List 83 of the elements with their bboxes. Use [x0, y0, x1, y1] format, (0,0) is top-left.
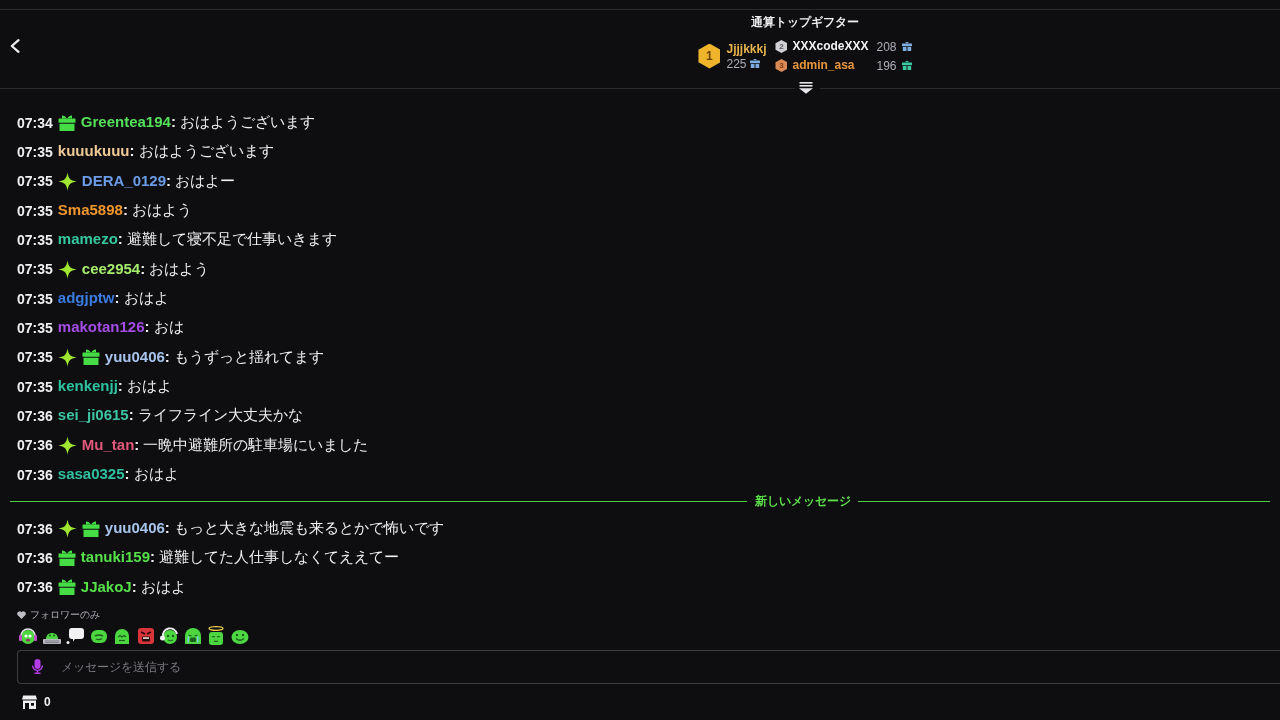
- heart-icon: [17, 611, 26, 620]
- username[interactable]: adgjptw: [57, 289, 115, 307]
- gift-count: 208: [876, 39, 897, 54]
- lines-arrow-icon[interactable]: [798, 82, 814, 94]
- username[interactable]: yuu0406: [104, 347, 165, 365]
- chat-timestamp: 07:35: [17, 173, 53, 190]
- username[interactable]: sasa0325: [57, 465, 125, 483]
- username[interactable]: sei_ji0615: [57, 406, 129, 424]
- gifter-name: admin_asa: [792, 58, 856, 73]
- sparkle-badge-icon: [57, 259, 77, 279]
- username[interactable]: DERA_0129: [81, 171, 167, 189]
- chat-message-text: : おは: [144, 318, 184, 338]
- chevron-left-icon[interactable]: [9, 38, 21, 53]
- angry-face-icon[interactable]: [135, 625, 156, 646]
- halo-face-icon[interactable]: [206, 625, 226, 646]
- rank-badge: 3: [775, 59, 788, 72]
- gifter-name: Jjjjkkkj: [726, 41, 767, 57]
- rank-badge: 2: [775, 40, 788, 53]
- chat-timestamp: 07:36: [17, 579, 53, 596]
- new-messages-label: 新しいメッセージ: [755, 493, 851, 511]
- chat-message-text: : 避難してた人仕事しなくてええてー: [150, 548, 400, 568]
- gift-badge-icon: [57, 579, 76, 596]
- username[interactable]: mamezo: [57, 230, 118, 248]
- gift-badge-icon: [81, 520, 100, 537]
- chat-message-text: : おはようございます: [129, 142, 274, 162]
- chat-timestamp: 07:36: [17, 549, 53, 566]
- chat-message-text: : おはようございます: [170, 113, 316, 133]
- username[interactable]: Sma5898: [57, 201, 123, 219]
- chat-message-text: : 避難して寝不足で仕事いきます: [117, 230, 337, 250]
- chat-timestamp: 07:34: [17, 114, 53, 131]
- chat-timestamp: 07:35: [17, 349, 53, 366]
- gift-badge-icon: [57, 549, 76, 566]
- chat-timestamp: 07:36: [17, 466, 53, 483]
- sparkle-badge-icon: [57, 171, 77, 191]
- chat-timestamp: 07:35: [17, 319, 53, 336]
- sparkle-badge-icon: [57, 347, 77, 367]
- sparkle-badge-icon: [57, 519, 77, 539]
- chat-message-text: : おはよ: [117, 377, 172, 397]
- chat-timestamp: 07:36: [17, 407, 53, 424]
- chat-timestamp: 07:35: [17, 231, 53, 248]
- chat-timestamp: 07:35: [17, 261, 53, 278]
- gift-badge-icon: [57, 114, 76, 131]
- section-title: 通算トップギフター: [751, 15, 859, 29]
- username[interactable]: Greentea194: [80, 113, 171, 131]
- rank-badge: 1: [698, 43, 721, 69]
- message-input-field[interactable]: メッセージを送信する: [17, 649, 1280, 684]
- store-icon: [22, 694, 37, 709]
- chat-message-text: : おはよー: [166, 171, 236, 191]
- username[interactable]: makotan126: [57, 318, 145, 336]
- username[interactable]: Mu_tan: [81, 435, 135, 453]
- chat-message-text: : もうずっと揺れてます: [164, 347, 325, 367]
- headphones-face-icon[interactable]: [18, 625, 38, 646]
- crying-face-icon[interactable]: [182, 625, 203, 646]
- username[interactable]: JJakoJ: [80, 577, 132, 595]
- username[interactable]: yuu0406: [104, 519, 165, 537]
- chat-timestamp: 07:35: [17, 144, 53, 160]
- chat-message-text: : おはよう: [122, 201, 193, 221]
- chat-timestamp: 07:36: [17, 520, 53, 537]
- chat-message-text: : 一晩中避難所の駐車場にいました: [134, 435, 369, 455]
- chat-timestamp: 07:36: [17, 437, 53, 454]
- gift-badge-icon: [81, 349, 100, 366]
- microphone-icon[interactable]: [32, 658, 43, 674]
- chat-timestamp: 07:35: [17, 202, 53, 219]
- gifter-name: XXXcodeXXX: [792, 39, 869, 54]
- chat-message-text: : ライフライン大丈夫かな: [128, 406, 303, 426]
- chat-timestamp: 07:35: [17, 378, 53, 395]
- gift-count: 225: [726, 56, 747, 71]
- gift-count: 196: [876, 58, 897, 73]
- chat-message-text: : おはよ: [131, 577, 186, 597]
- username[interactable]: kenkenjj: [57, 377, 118, 395]
- headset-face-icon[interactable]: [159, 625, 179, 646]
- points-button[interactable]: 0: [22, 692, 51, 711]
- chat-mode-label: フォロワーのみ: [30, 608, 100, 623]
- chat-message-text: : おはよう: [140, 259, 210, 279]
- username[interactable]: kuuukuuu: [57, 142, 130, 160]
- chat-message-text: : もっと大きな地震も来るとかで怖いです: [164, 519, 445, 539]
- username[interactable]: cee2954: [81, 259, 141, 277]
- chat-timestamp: 07:35: [17, 290, 53, 307]
- speech-bubble-icon[interactable]: [65, 625, 85, 646]
- username[interactable]: tanuki159: [80, 548, 150, 566]
- chat-message-text: : おはよ: [114, 289, 169, 309]
- sparkle-badge-icon: [57, 435, 77, 455]
- chat-message-text: : おはよ: [124, 465, 179, 485]
